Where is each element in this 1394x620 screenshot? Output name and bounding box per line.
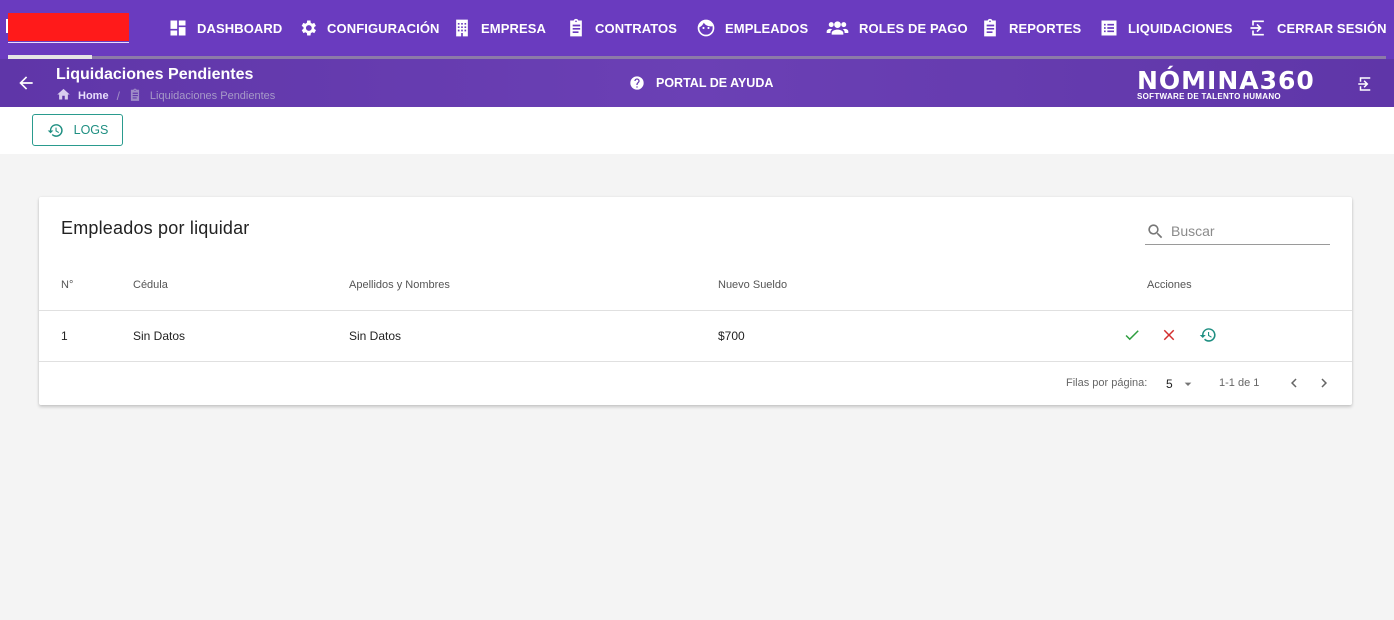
pagination-range: 1-1 de 1: [1219, 377, 1260, 389]
nav-label: CONTRATOS: [595, 20, 678, 36]
column-header-cedula[interactable]: Cédula: [133, 279, 168, 291]
cell-sueldo: $700: [718, 329, 745, 343]
header-divider: [39, 310, 1352, 311]
dashboard-icon: [170, 20, 186, 36]
nav-contratos[interactable]: CONTRATOS: [566, 17, 677, 39]
chevron-down-icon: [1184, 382, 1192, 386]
report-icon: [984, 18, 996, 37]
clipboard-icon: [128, 88, 142, 105]
column-header-sueldo[interactable]: Nuevo Sueldo: [718, 279, 787, 291]
nav-configuracion[interactable]: CONFIGURACIÓN: [298, 17, 440, 39]
help-label: PORTAL DE AYUDA: [656, 76, 774, 90]
next-page-button[interactable]: [1315, 374, 1333, 392]
chevron-right-icon: [1321, 378, 1327, 388]
toolbar: LOGS: [0, 107, 1394, 154]
back-button[interactable]: [16, 73, 38, 95]
column-header-n[interactable]: N°: [61, 279, 73, 291]
nav-label: CERRAR SESIÓN: [1277, 20, 1387, 36]
brand-logo: NÓMINA360 SOFTWARE DE TALENTO HUMANO: [1137, 66, 1315, 102]
gear-icon: [301, 20, 316, 36]
help-icon: [630, 76, 644, 90]
nav-reportes[interactable]: REPORTES: [980, 17, 1081, 39]
cell-n: 1: [61, 329, 68, 343]
exit-button[interactable]: [1356, 75, 1376, 95]
breadcrumb-current: Liquidaciones Pendientes: [149, 90, 276, 102]
top-navbar: DASHBOARD CONFIGURACIÓN EMPRESA CONTRATO…: [0, 0, 1394, 59]
nav-label: EMPLEADOS: [725, 20, 809, 36]
search-input[interactable]: [1171, 223, 1321, 239]
logs-label: LOGS: [73, 123, 109, 137]
nav-label: REPORTES: [1009, 20, 1082, 36]
page-title: Liquidaciones Pendientes: [56, 66, 254, 83]
nav-label: DASHBOARD: [197, 20, 283, 36]
row-divider: [39, 361, 1352, 362]
history-button[interactable]: [1199, 326, 1217, 344]
nav-dashboard[interactable]: DASHBOARD: [168, 17, 282, 39]
approve-button[interactable]: [1123, 326, 1141, 344]
reject-button[interactable]: [1160, 326, 1178, 344]
nav-empresa[interactable]: EMPRESA: [452, 17, 546, 39]
search-icon: [1148, 223, 1163, 238]
nav-liquidaciones[interactable]: LIQUIDACIONES: [1099, 17, 1233, 39]
building-icon: [456, 19, 468, 37]
breadcrumb-separator: /: [116, 89, 120, 103]
column-header-nombres[interactable]: Apellidos y Nombres: [349, 279, 450, 291]
help-portal-link[interactable]: PORTAL DE AYUDA: [629, 75, 773, 91]
face-icon: [697, 19, 715, 37]
logout-icon: [1358, 77, 1371, 91]
close-icon: [1163, 329, 1175, 341]
nav-label: EMPRESA: [481, 20, 546, 36]
page-header: Liquidaciones Pendientes Home / Liquidac…: [0, 59, 1394, 107]
logout-icon: [1250, 20, 1264, 36]
breadcrumb-home[interactable]: Home: [78, 90, 109, 102]
company-logo[interactable]: [6, 13, 129, 43]
logs-button[interactable]: LOGS: [32, 114, 123, 146]
clipboard-icon: [570, 18, 582, 37]
check-icon: [1125, 330, 1139, 341]
nav-label: ROLES DE PAGO: [859, 20, 968, 36]
list-icon: [1101, 20, 1117, 36]
search-box: [1145, 218, 1330, 245]
arrow-back-icon: [19, 76, 33, 90]
previous-page-button[interactable]: [1285, 374, 1303, 392]
cell-nombres: Sin Datos: [349, 329, 402, 343]
breadcrumb: Home / Liquidaciones Pendientes: [56, 87, 275, 105]
cell-cedula: Sin Datos: [133, 329, 186, 343]
brand-tagline: SOFTWARE DE TALENTO HUMANO: [1137, 92, 1281, 101]
card-title: Empleados por liquidar: [61, 218, 250, 238]
rows-per-page-label: Filas por página:: [1066, 377, 1148, 389]
nav-cerrar-sesion[interactable]: CERRAR SESIÓN: [1248, 17, 1387, 39]
column-header-acciones: Acciones: [1147, 279, 1192, 291]
chevron-left-icon: [1291, 378, 1297, 388]
nav-label: CONFIGURACIÓN: [327, 20, 440, 36]
history-icon: [47, 123, 63, 137]
brand-name: NÓMINA360: [1137, 66, 1315, 95]
nav-roles-de-pago[interactable]: ROLES DE PAGO: [825, 17, 968, 39]
history-icon: [1199, 328, 1216, 342]
rows-per-page-value: 5: [1166, 377, 1173, 391]
employees-card: Empleados por liquidar N° Cédula Apellid…: [39, 197, 1352, 405]
group-icon: [826, 21, 849, 35]
home-icon: [56, 87, 71, 105]
nav-empleados[interactable]: EMPLEADOS: [696, 17, 808, 39]
rows-per-page-select[interactable]: 5: [1166, 376, 1196, 392]
nav-label: LIQUIDACIONES: [1128, 20, 1233, 36]
